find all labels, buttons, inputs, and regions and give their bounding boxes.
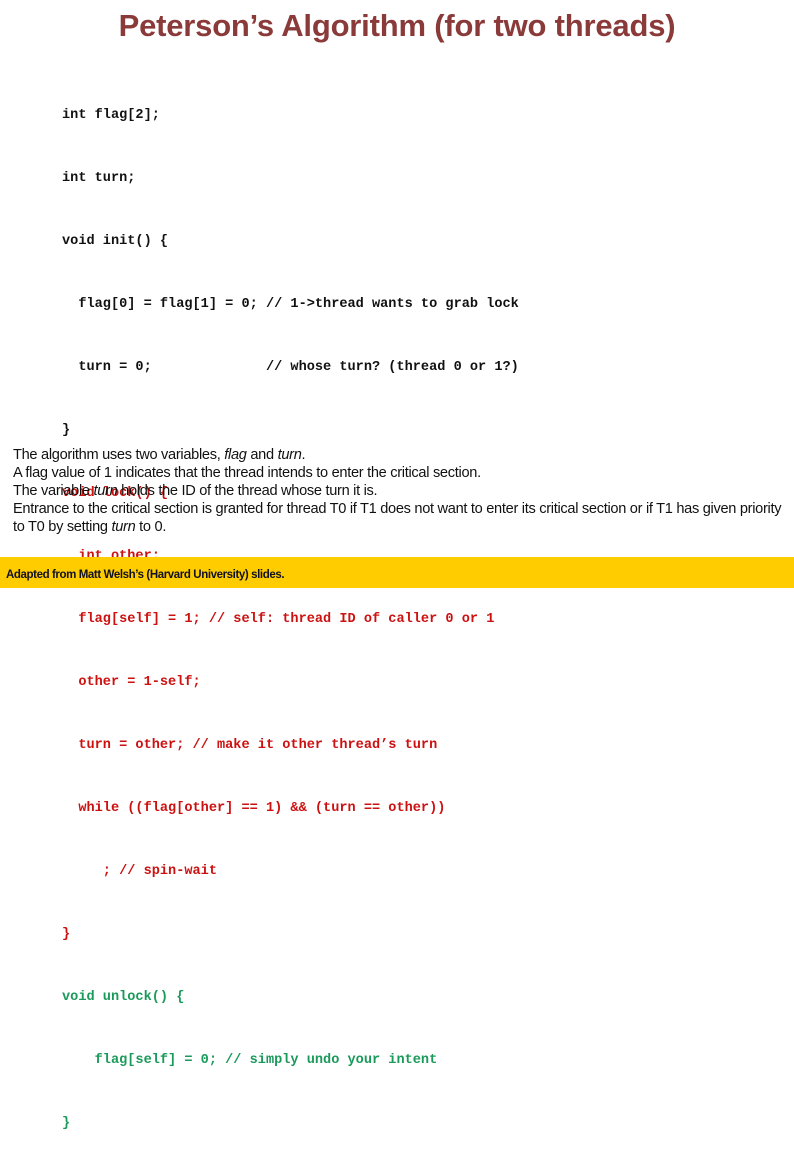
emphasis: flag [224,447,247,463]
code-line: flag[0] = flag[1] = 0; // 1->thread want… [62,297,519,312]
description-line: The algorithm uses two variables, flag a… [13,446,788,464]
description: The algorithm uses two variables, flag a… [13,446,788,536]
code-block: int flag[2]; int turn; void init() { fla… [62,63,519,1155]
text: and [246,447,278,463]
text: holds the ID of the thread whose turn it… [117,483,378,499]
code-line: turn = 0; // whose turn? (thread 0 or 1?… [62,360,519,375]
code-line: int turn; [62,171,136,186]
emphasis: turn [93,483,118,499]
code-line-unlock: } [62,1116,71,1131]
description-line: The variable turn holds the ID of the th… [13,482,788,500]
slide-title: Peterson’s Algorithm (for two threads) [118,8,676,43]
text: The variable [13,483,94,499]
code-line-lock: } [62,927,71,942]
code-line: } [62,423,71,438]
code-line: int flag[2]; [62,108,160,123]
code-line-lock: ; // spin-wait [62,864,217,879]
code-line-lock: while ((flag[other] == 1) && (turn == ot… [62,801,446,816]
footer-bar: Adapted from Matt Welsh’s (Harvard Unive… [0,557,794,588]
text: . [301,447,306,463]
text: The algorithm uses two variables, [13,447,225,463]
footer-credit: Adapted from Matt Welsh’s (Harvard Unive… [6,569,285,581]
description-line: A flag value of 1 indicates that the thr… [13,465,481,481]
code-line-unlock: void unlock() { [62,990,185,1005]
description-line: Entrance to the critical section is gran… [13,500,788,536]
emphasis: turn [277,447,302,463]
text: to 0. [135,519,167,535]
code-line: void init() { [62,234,169,249]
code-line-lock: turn = other; // make it other thread’s … [62,738,438,753]
code-line-lock: other = 1-self; [62,675,201,690]
code-line-lock: flag[self] = 1; // self: thread ID of ca… [62,612,495,627]
code-line-unlock: flag[self] = 0; // simply undo your inte… [62,1053,438,1068]
emphasis: turn [111,519,136,535]
